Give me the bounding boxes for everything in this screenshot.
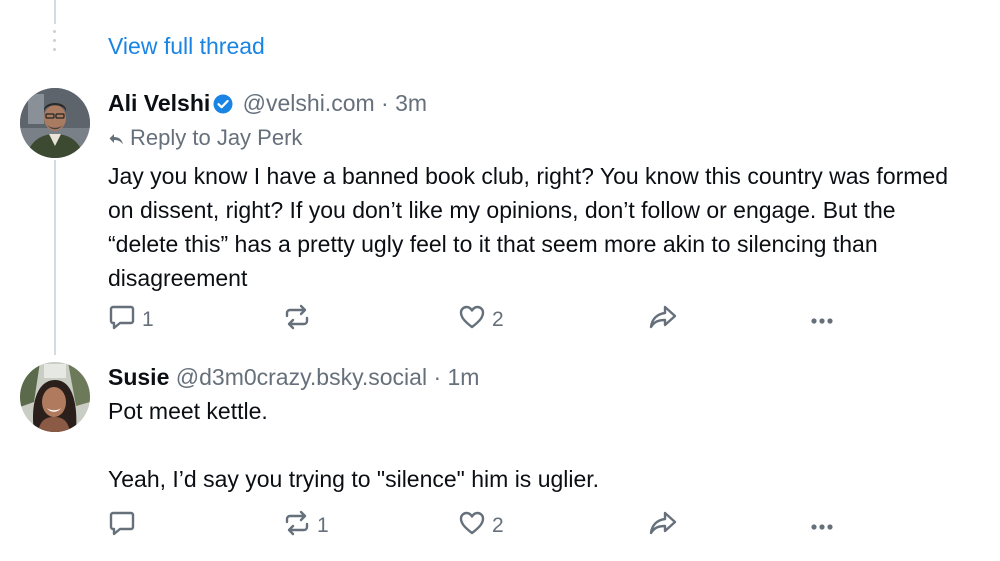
author-handle[interactable]: @d3m0crazy.bsky.social [176, 364, 427, 390]
repost-button[interactable]: 1 [283, 510, 329, 542]
repost-icon [283, 304, 311, 336]
more-icon [808, 308, 836, 332]
more-options-button[interactable] [808, 511, 836, 541]
more-options-button[interactable] [808, 305, 836, 335]
post-header: Susie @d3m0crazy.bsky.social · 1m [108, 362, 960, 392]
more-icon [808, 514, 836, 538]
author-handle[interactable]: @velshi.com [243, 90, 375, 116]
reply-button[interactable] [108, 511, 142, 541]
post-actions: 1 2 [108, 510, 848, 542]
post-paragraph: Pot meet kettle. [108, 398, 268, 424]
author-name[interactable]: Ali Velshi [108, 90, 210, 116]
author-name[interactable]: Susie [108, 364, 169, 390]
thread-line-bottom [54, 160, 56, 355]
repost-button[interactable] [283, 304, 317, 336]
avatar[interactable] [20, 362, 90, 432]
reply-to-label[interactable]: Reply to Jay Perk [108, 123, 960, 153]
post-header: Ali Velshi @velshi.com · 3m [108, 88, 960, 121]
share-icon [648, 510, 678, 542]
share-icon [648, 304, 678, 336]
like-button[interactable]: 2 [458, 511, 504, 541]
separator: · [433, 364, 442, 390]
reply-count: 1 [142, 308, 154, 331]
post-actions: 1 2 [108, 304, 848, 336]
post-paragraph: Yeah, I’d say you trying to "silence" hi… [108, 466, 600, 492]
post-paragraph: Jay you know I have a banned book club, … [108, 163, 949, 291]
reply-button[interactable]: 1 [108, 305, 154, 335]
share-button[interactable] [648, 305, 678, 335]
thread-line-top [54, 0, 56, 24]
post-text: Pot meet kettle. Yeah, I’d say you tryin… [108, 394, 960, 496]
share-button[interactable] [648, 511, 678, 541]
avatar[interactable] [20, 88, 90, 158]
repost-count: 1 [317, 514, 329, 537]
post-time[interactable]: 3m [395, 90, 427, 116]
verified-badge-icon [213, 91, 233, 121]
post-content: Susie @d3m0crazy.bsky.social · 1m Pot me… [108, 362, 960, 496]
post-text: Jay you know I have a banned book club, … [108, 159, 960, 295]
reply-arrow-icon [108, 125, 130, 150]
repost-icon [283, 510, 311, 542]
heart-icon [458, 304, 486, 336]
like-button[interactable]: 2 [458, 305, 504, 335]
reply-icon [108, 304, 136, 336]
like-count: 2 [492, 308, 504, 331]
thread-dots [52, 30, 58, 57]
reply-icon [108, 510, 136, 542]
heart-icon [458, 510, 486, 542]
separator: · [381, 90, 389, 116]
view-full-thread-link[interactable]: View full thread [108, 33, 265, 60]
post-content: Ali Velshi @velshi.com · 3m Reply to Jay… [108, 88, 960, 295]
post-time[interactable]: 1m [448, 364, 480, 390]
reply-to-text: Reply to Jay Perk [130, 125, 303, 150]
like-count: 2 [492, 514, 504, 537]
